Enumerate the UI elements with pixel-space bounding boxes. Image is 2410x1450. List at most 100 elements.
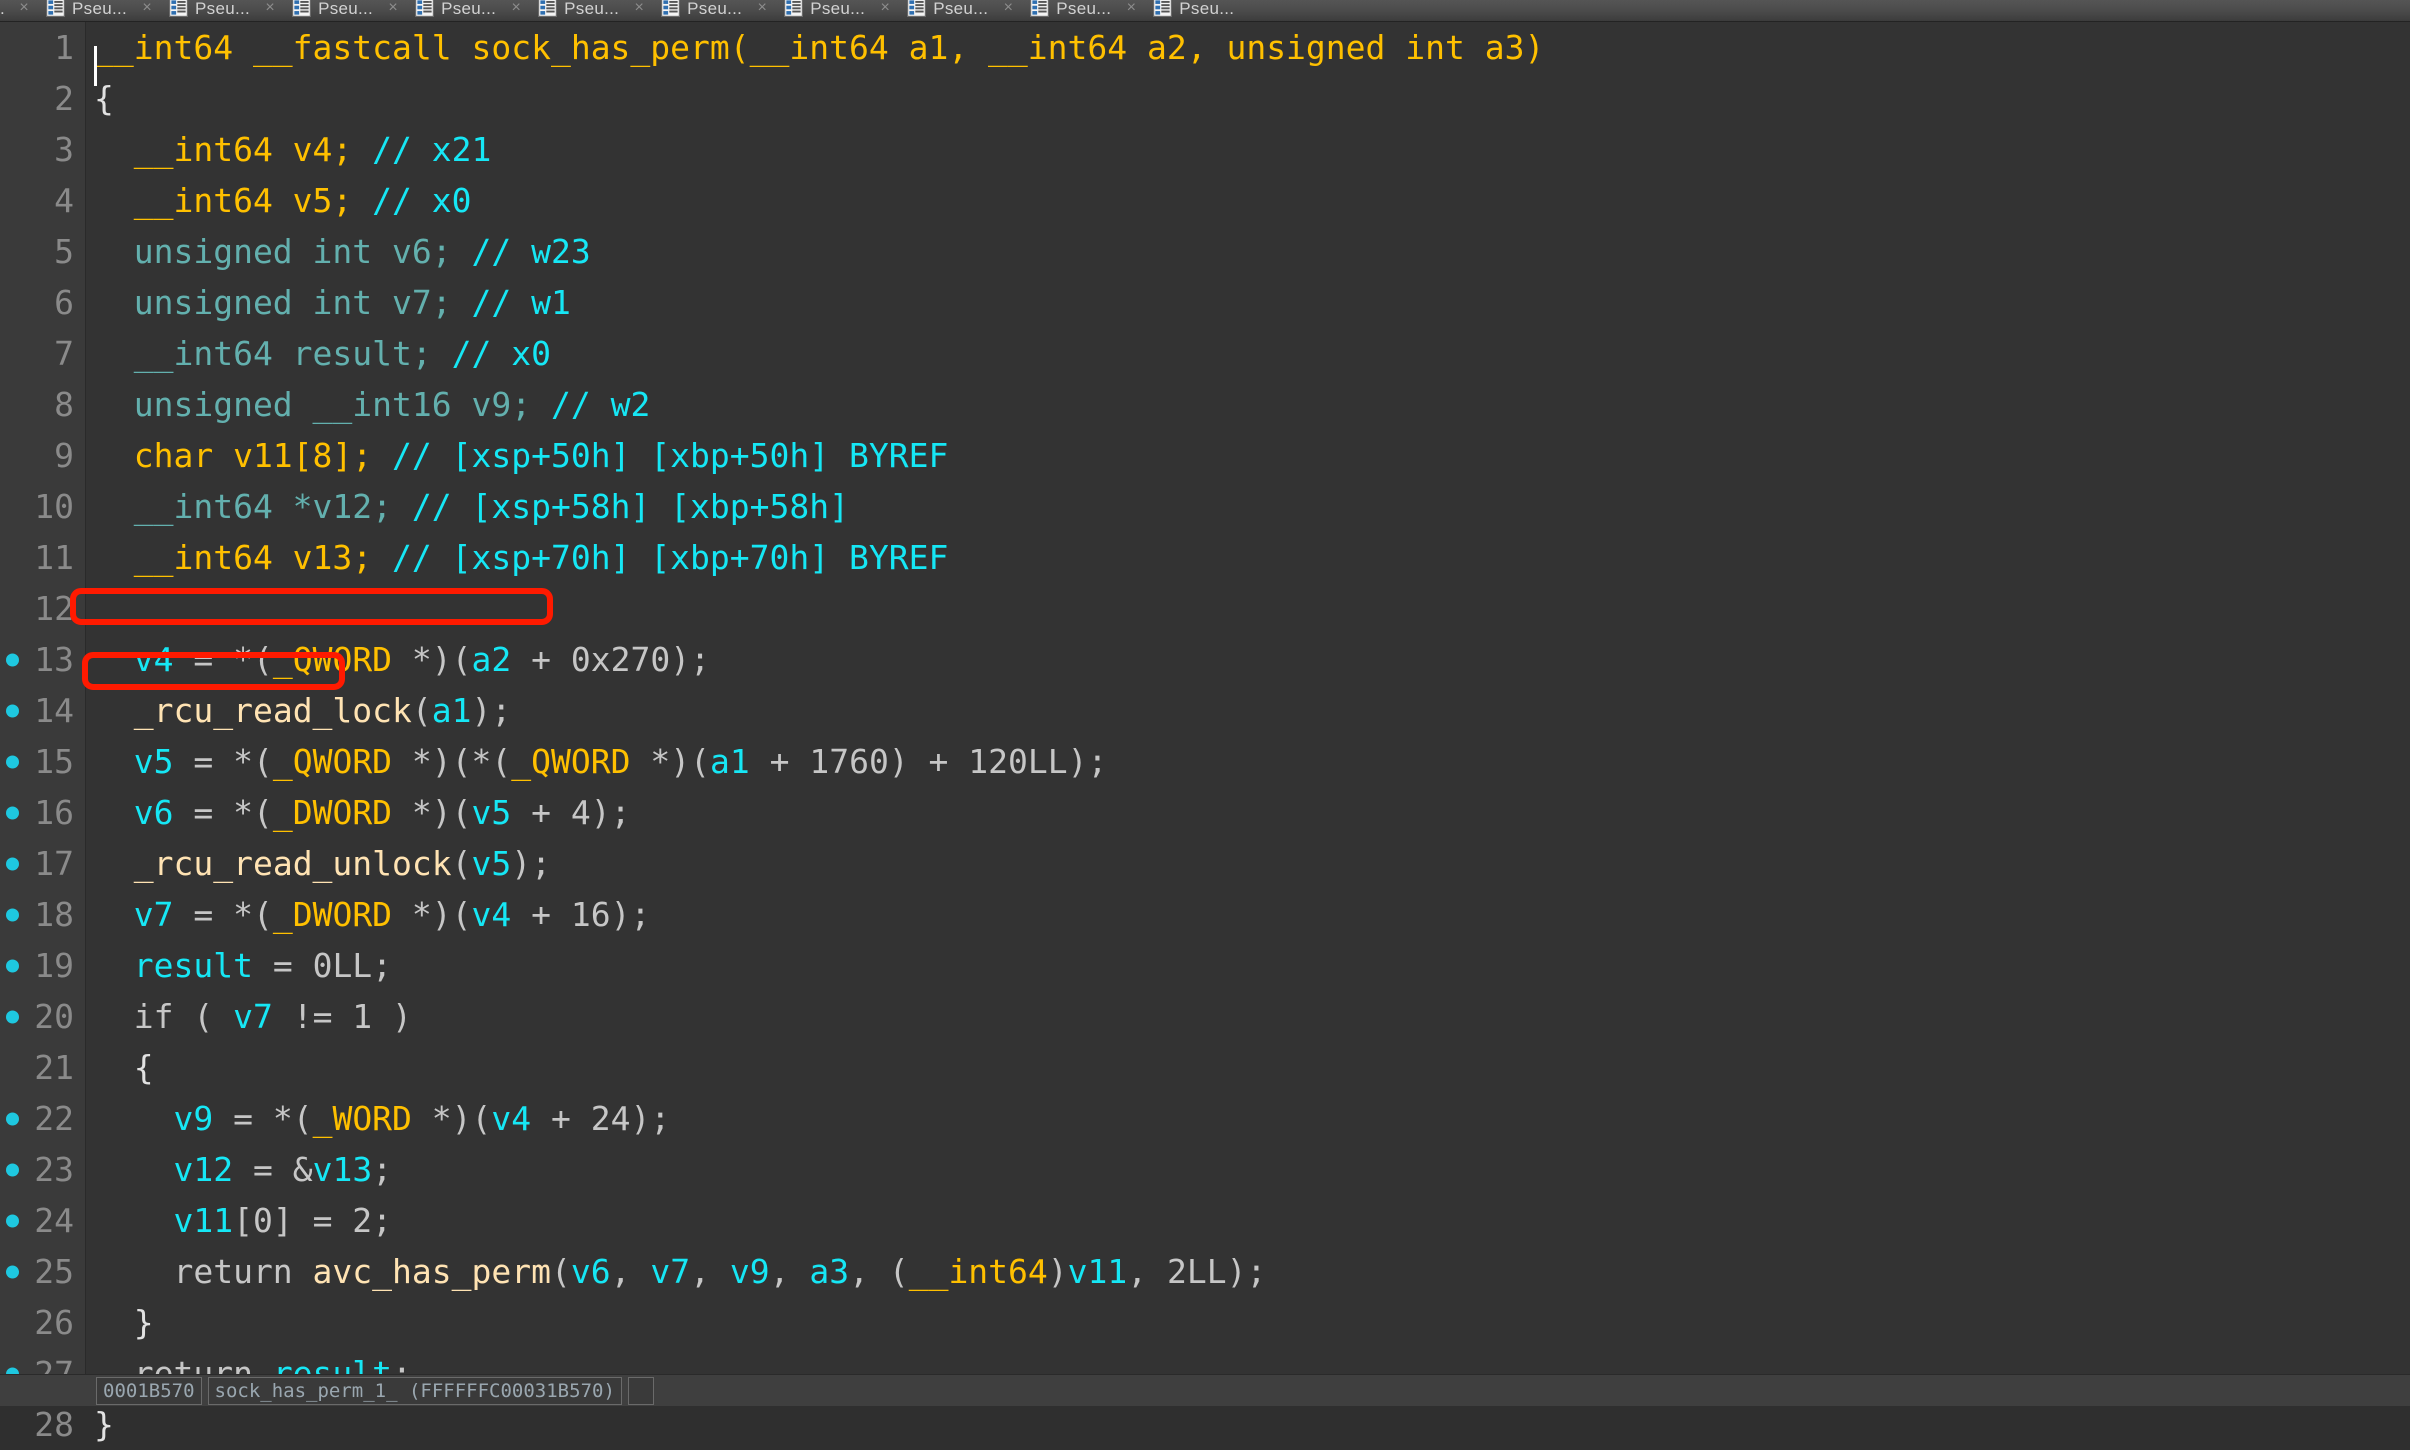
code-line-16[interactable]: 16 v6 = *(_DWORD *)(v5 + 4); <box>0 787 2410 838</box>
code-line-5[interactable]: 5 unsigned int v6; // w23 <box>0 226 2410 277</box>
code-line-1[interactable]: 1 __int64 __fastcall sock_has_perm(__int6… <box>0 22 2410 73</box>
code-line-25[interactable]: 25 return avc_has_perm(v6, v7, v9, a3, (… <box>0 1246 2410 1297</box>
code-text[interactable]: v9 = *(_WORD *)(v4 + 24); <box>94 1099 2410 1138</box>
code-text[interactable]: result = 0LL; <box>94 946 2410 985</box>
code-line-3[interactable]: 3 __int64 v4; // x21 <box>0 124 2410 175</box>
code-text[interactable]: return avc_has_perm(v6, v7, v9, a3, (__i… <box>94 1252 2410 1291</box>
tab-close-icon[interactable]: × <box>1121 0 1141 19</box>
tab-pseudocode-0[interactable]: Pseu... <box>34 0 137 21</box>
code-token: v9 <box>173 1099 214 1138</box>
breakpoint-dot-icon[interactable] <box>6 653 19 666</box>
code-token: __int64 __fastcall sock_has_perm(__int64… <box>94 28 1545 67</box>
tab-pseudocode-8[interactable]: Pseu... <box>1018 0 1121 21</box>
code-text[interactable]: __int64 v5; // x0 <box>94 181 2410 220</box>
code-text[interactable]: v11[0] = 2; <box>94 1201 2410 1240</box>
code-text[interactable]: v5 = *(_QWORD *)(*(_QWORD *)(a1 + 1760) … <box>94 742 2410 781</box>
pseudocode-editor[interactable]: 1 __int64 __fastcall sock_has_perm(__int6… <box>0 22 2410 1444</box>
code-text[interactable]: char v11[8]; // [xsp+50h] [xbp+50h] BYRE… <box>94 436 2410 475</box>
code-line-19[interactable]: 19 result = 0LL; <box>0 940 2410 991</box>
tab-close-icon[interactable]: × <box>506 0 526 19</box>
code-text[interactable]: _rcu_read_unlock(v5); <box>94 844 2410 883</box>
code-text[interactable]: __int64 v13; // [xsp+70h] [xbp+70h] BYRE… <box>94 538 2410 577</box>
code-text[interactable]: __int64 result; // x0 <box>94 334 2410 373</box>
code-line-15[interactable]: 15 v5 = *(_QWORD *)(*(_QWORD *)(a1 + 176… <box>0 736 2410 787</box>
breakpoint-dot-icon[interactable] <box>6 1265 19 1278</box>
code-token: v12 <box>173 1150 234 1189</box>
tab-pseudocode-5[interactable]: Pseu... <box>649 0 752 21</box>
code-token: ( <box>550 1252 571 1291</box>
code-text[interactable]: { <box>94 1048 2410 1087</box>
code-line-22[interactable]: 22 v9 = *(_WORD *)(v4 + 24); <box>0 1093 2410 1144</box>
code-line-13[interactable]: 13 v4 = *(_QWORD *)(a2 + 0x270); <box>0 634 2410 685</box>
status-bar[interactable]: 0001B570 sock_has_perm_1_ (FFFFFFC00031B… <box>0 1374 2410 1406</box>
code-line-6[interactable]: 6 unsigned int v7; // w1 <box>0 277 2410 328</box>
tab-partial-left[interactable]: . <box>0 0 14 21</box>
code-text[interactable]: v6 = *(_DWORD *)(v5 + 4); <box>94 793 2410 832</box>
breakpoint-dot-icon[interactable] <box>6 704 19 717</box>
code-line-10[interactable]: 10 __int64 *v12; // [xsp+58h] [xbp+58h] <box>0 481 2410 532</box>
code-text[interactable]: _rcu_read_lock(a1); <box>94 691 2410 730</box>
code-text[interactable]: v12 = &v13; <box>94 1150 2410 1189</box>
breakpoint-dot-icon[interactable] <box>6 755 19 768</box>
code-text[interactable]: v7 = *(_DWORD *)(v4 + 16); <box>94 895 2410 934</box>
code-line-2[interactable]: 2{ <box>0 73 2410 124</box>
line-number: 26 <box>34 1303 74 1342</box>
tab-close-icon[interactable]: × <box>875 0 895 19</box>
breakpoint-dot-icon[interactable] <box>6 1112 19 1125</box>
code-token: v5 <box>471 793 512 832</box>
tab-close-icon[interactable]: × <box>998 0 1018 19</box>
code-line-14[interactable]: 14 _rcu_read_lock(a1); <box>0 685 2410 736</box>
code-line-28[interactable]: 28} <box>0 1399 2410 1450</box>
code-line-12[interactable]: 12 <box>0 583 2410 634</box>
breakpoint-dot-icon[interactable] <box>6 1214 19 1227</box>
pseudocode-tab-bar[interactable]: . × Pseu... × Pseu... × Pseu... × Pseu... × Pseu..… <box>0 0 2410 22</box>
code-token: , <box>610 1252 651 1291</box>
code-text[interactable]: __int64 __fastcall sock_has_perm(__int64… <box>94 28 2410 67</box>
code-line-7[interactable]: 7 __int64 result; // x0 <box>0 328 2410 379</box>
breakpoint-dot-icon[interactable] <box>6 1163 19 1176</box>
tab-pseudocode-2[interactable]: Pseu... <box>280 0 383 21</box>
code-line-11[interactable]: 11 __int64 v13; // [xsp+70h] [xbp+70h] B… <box>0 532 2410 583</box>
code-line-4[interactable]: 4 __int64 v5; // x0 <box>0 175 2410 226</box>
code-line-24[interactable]: 24 v11[0] = 2; <box>0 1195 2410 1246</box>
code-line-18[interactable]: 18 v7 = *(_DWORD *)(v4 + 16); <box>0 889 2410 940</box>
tab-close-icon[interactable]: × <box>14 0 34 19</box>
tab-pseudocode-4[interactable]: Pseu... <box>526 0 629 21</box>
code-line-26[interactable]: 26 } <box>0 1297 2410 1348</box>
code-text[interactable]: v4 = *(_QWORD *)(a2 + 0x270); <box>94 640 2410 679</box>
tab-pseudocode-7[interactable]: Pseu... <box>895 0 998 21</box>
breakpoint-dot-icon[interactable] <box>6 959 19 972</box>
code-token: _WORD <box>312 1099 412 1138</box>
breakpoint-dot-icon[interactable] <box>6 1010 19 1023</box>
code-line-23[interactable]: 23 v12 = &v13; <box>0 1144 2410 1195</box>
code-line-9[interactable]: 9 char v11[8]; // [xsp+50h] [xbp+50h] BY… <box>0 430 2410 481</box>
code-text[interactable]: { <box>94 79 2410 118</box>
breakpoint-dot-icon[interactable] <box>6 908 19 921</box>
code-text[interactable]: unsigned __int16 v9; // w2 <box>94 385 2410 424</box>
code-lines-container[interactable]: 1 __int64 __fastcall sock_has_perm(__int6… <box>0 22 2410 1450</box>
tab-close-icon[interactable]: × <box>260 0 280 19</box>
code-text[interactable]: unsigned int v6; // w23 <box>94 232 2410 271</box>
code-line-17[interactable]: 17 _rcu_read_unlock(v5); <box>0 838 2410 889</box>
tab-close-icon[interactable]: × <box>752 0 772 19</box>
tab-pseudocode-9[interactable]: Pseu... <box>1141 0 1244 21</box>
tab-close-icon[interactable]: × <box>629 0 649 19</box>
code-text[interactable]: unsigned int v7; // w1 <box>94 283 2410 322</box>
tab-close-icon[interactable]: × <box>383 0 403 19</box>
code-text[interactable]: if ( v7 != 1 ) <box>94 997 2410 1036</box>
code-line-21[interactable]: 21 { <box>0 1042 2410 1093</box>
tab-close-icon[interactable]: × <box>137 0 157 19</box>
breakpoint-dot-icon[interactable] <box>6 806 19 819</box>
code-text[interactable]: } <box>94 1405 2410 1444</box>
code-text[interactable]: } <box>94 1303 2410 1342</box>
code-text[interactable]: __int64 *v12; // [xsp+58h] [xbp+58h] <box>94 487 2410 526</box>
code-line-8[interactable]: 8 unsigned __int16 v9; // w2 <box>0 379 2410 430</box>
tab-pseudocode-6[interactable]: Pseu... <box>772 0 875 21</box>
code-line-20[interactable]: 20 if ( v7 != 1 ) <box>0 991 2410 1042</box>
tab-pseudocode-1[interactable]: Pseu... <box>157 0 260 21</box>
tab-pseudocode-3[interactable]: Pseu... <box>403 0 506 21</box>
code-text[interactable]: __int64 v4; // x21 <box>94 130 2410 169</box>
breakpoint-dot-icon[interactable] <box>6 857 19 870</box>
